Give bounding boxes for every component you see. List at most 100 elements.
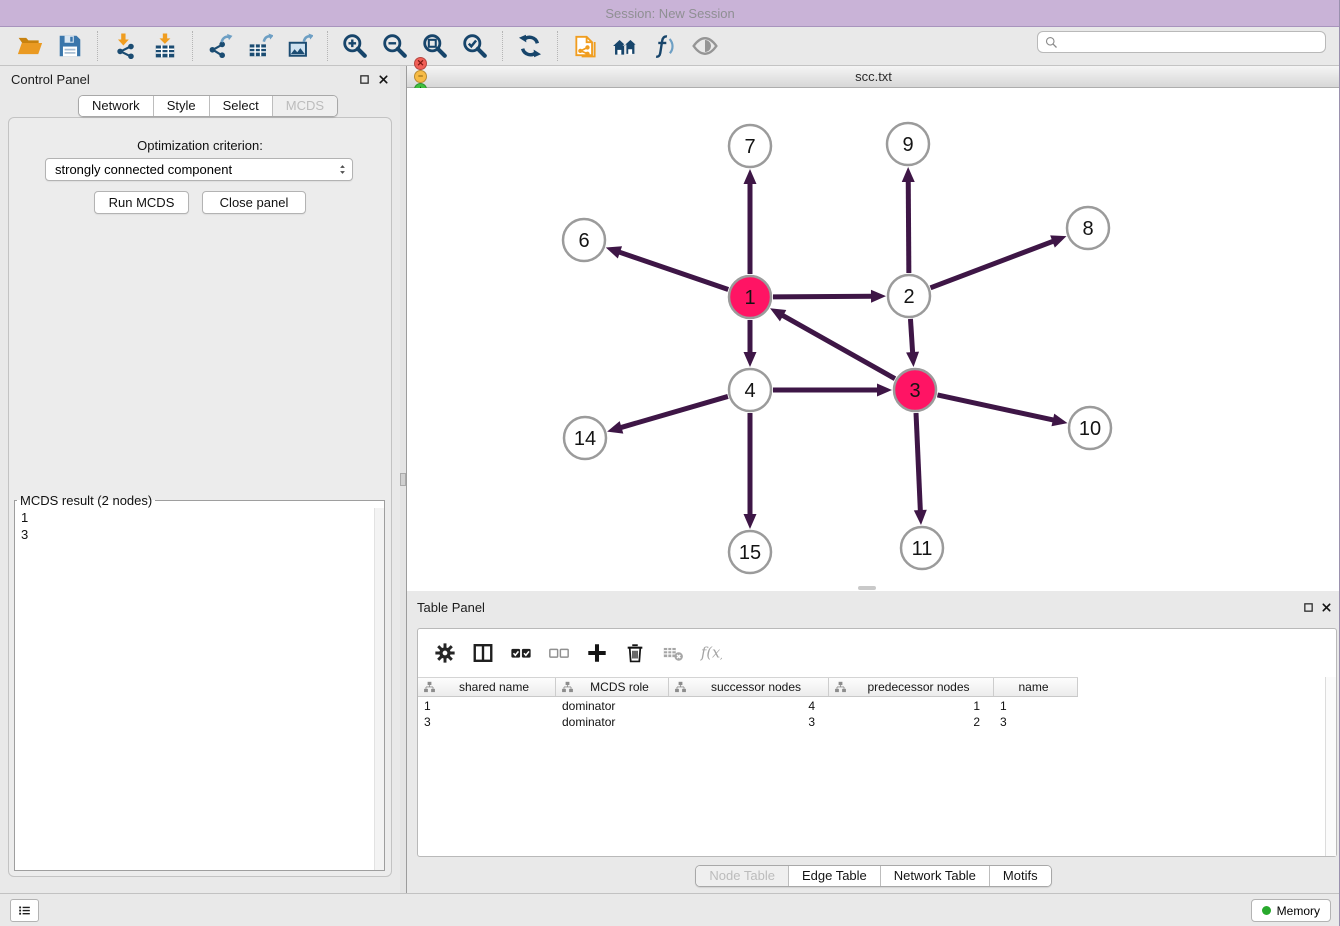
tab-select[interactable]: Select: [210, 96, 273, 116]
table-row[interactable]: 1dominator411: [418, 698, 1325, 714]
tab-edge-table[interactable]: Edge Table: [789, 866, 881, 886]
graph-node-label: 7: [744, 136, 755, 158]
graph-edge-2-9[interactable]: [908, 180, 909, 273]
refresh-button[interactable]: [515, 31, 545, 61]
tab-style[interactable]: Style: [154, 96, 210, 116]
graph-edge-1-6[interactable]: [618, 252, 728, 290]
hierarchy-icon: [674, 681, 687, 694]
graph-edge-1-2[interactable]: [773, 296, 873, 297]
table-panel-float-button[interactable]: [1302, 601, 1315, 614]
table-cell[interactable]: 3: [994, 714, 1078, 730]
column-label: MCDS role: [575, 680, 668, 694]
graph-edge-arrowhead: [607, 421, 623, 433]
table-cell[interactable]: 1: [829, 698, 994, 714]
show-columns-button[interactable]: [469, 639, 497, 667]
graph-edge-3-1[interactable]: [781, 315, 895, 379]
mcds-result-scrollbar[interactable]: [374, 508, 384, 870]
table-settings-icon: [434, 642, 456, 664]
add-column-button[interactable]: [583, 639, 611, 667]
tab-network[interactable]: Network: [79, 96, 154, 116]
export-image-button[interactable]: [285, 31, 315, 61]
splitter-grip[interactable]: [400, 473, 406, 486]
column-header-predecessor-nodes[interactable]: predecessor nodes: [829, 678, 994, 696]
new-network-from-selection-button[interactable]: [570, 31, 600, 61]
delete-column-button[interactable]: [621, 639, 649, 667]
unselect-all-columns-button[interactable]: [545, 639, 573, 667]
select-stepper-icon: [337, 162, 348, 177]
select-all-columns-button[interactable]: [507, 639, 535, 667]
control-panel-float-button[interactable]: [358, 73, 371, 86]
table-cell[interactable]: 3: [669, 714, 829, 730]
hide-selected-button[interactable]: [650, 31, 680, 61]
mcds-result-text: 1 3: [15, 508, 374, 870]
column-header-shared-name[interactable]: shared name: [418, 678, 556, 696]
table-scrollbar[interactable]: [1325, 677, 1336, 856]
toolbar-separator: [557, 31, 558, 61]
table-cell[interactable]: 4: [669, 698, 829, 714]
search-box: [1037, 31, 1326, 53]
table-panel-close-button[interactable]: [1320, 601, 1333, 614]
network-window-grip[interactable]: [858, 586, 876, 590]
zoom-selected-button[interactable]: [460, 31, 490, 61]
save-session-button[interactable]: [55, 31, 85, 61]
table-settings-button[interactable]: [431, 639, 459, 667]
show-columns-icon: [472, 642, 494, 664]
graph-node-label: 6: [578, 230, 589, 252]
table-cell[interactable]: dominator: [556, 714, 669, 730]
graph-edge-3-10[interactable]: [937, 395, 1054, 420]
show-hidden-button[interactable]: [690, 31, 720, 61]
column-label: shared name: [437, 680, 555, 694]
table-cell[interactable]: dominator: [556, 698, 669, 714]
graph-node-label: 14: [574, 428, 596, 450]
criterion-select[interactable]: strongly connected component: [45, 158, 353, 181]
task-history-button[interactable]: [10, 899, 39, 922]
first-neighbors-button[interactable]: [610, 31, 640, 61]
zoom-in-button[interactable]: [340, 31, 370, 61]
column-header-name[interactable]: name: [994, 678, 1078, 696]
tab-node-table[interactable]: Node Table: [696, 866, 789, 886]
graph-edge-2-8[interactable]: [931, 241, 1055, 288]
open-session-button[interactable]: [15, 31, 45, 61]
import-table-button[interactable]: [150, 31, 180, 61]
graph-edge-2-3[interactable]: [910, 319, 912, 354]
network-canvas[interactable]: 7968124314101511: [407, 88, 1340, 591]
criterion-value: strongly connected component: [55, 162, 232, 177]
delete-table-button[interactable]: [659, 639, 687, 667]
table-row[interactable]: 3dominator323: [418, 714, 1325, 730]
close-panel-button[interactable]: Close panel: [202, 191, 306, 214]
control-panel-close-button[interactable]: [377, 73, 390, 86]
toolbar-separator: [192, 31, 193, 61]
toolbar-separator: [97, 31, 98, 61]
table-cell[interactable]: 3: [418, 714, 556, 730]
optimization-criterion-label: Optimization criterion:: [0, 138, 400, 153]
tab-motifs[interactable]: Motifs: [990, 866, 1051, 886]
add-column-icon: [586, 642, 608, 664]
export-table-icon: [247, 33, 273, 59]
float-icon: [359, 74, 370, 85]
table-cell[interactable]: 2: [829, 714, 994, 730]
memory-button[interactable]: Memory: [1251, 899, 1331, 922]
function-builder-button[interactable]: [697, 639, 725, 667]
tab-network-table[interactable]: Network Table: [881, 866, 990, 886]
column-header-MCDS-role[interactable]: MCDS role: [556, 678, 669, 696]
table-body: 1dominator4113dominator323: [418, 698, 1325, 856]
graph-edge-4-14[interactable]: [620, 396, 728, 428]
zoom-out-button[interactable]: [380, 31, 410, 61]
export-table-button[interactable]: [245, 31, 275, 61]
zoom-fit-icon: [422, 33, 448, 59]
panel-splitter[interactable]: [400, 66, 407, 893]
save-session-icon: [57, 33, 83, 59]
tab-mcds[interactable]: MCDS: [273, 96, 337, 116]
close-icon: [378, 74, 389, 85]
export-network-button[interactable]: [205, 31, 235, 61]
search-input[interactable]: [1059, 33, 1321, 51]
zoom-selected-icon: [462, 33, 488, 59]
graph-edge-3-11[interactable]: [916, 413, 920, 512]
import-network-button[interactable]: [110, 31, 140, 61]
table-cell[interactable]: 1: [418, 698, 556, 714]
column-header-successor-nodes[interactable]: successor nodes: [669, 678, 829, 696]
table-panel-tabs: Node TableEdge TableNetwork TableMotifs: [695, 865, 1051, 887]
graph-node-label: 1: [744, 287, 755, 309]
run-mcds-button[interactable]: Run MCDS: [94, 191, 189, 214]
table-cell[interactable]: 1: [994, 698, 1078, 714]
